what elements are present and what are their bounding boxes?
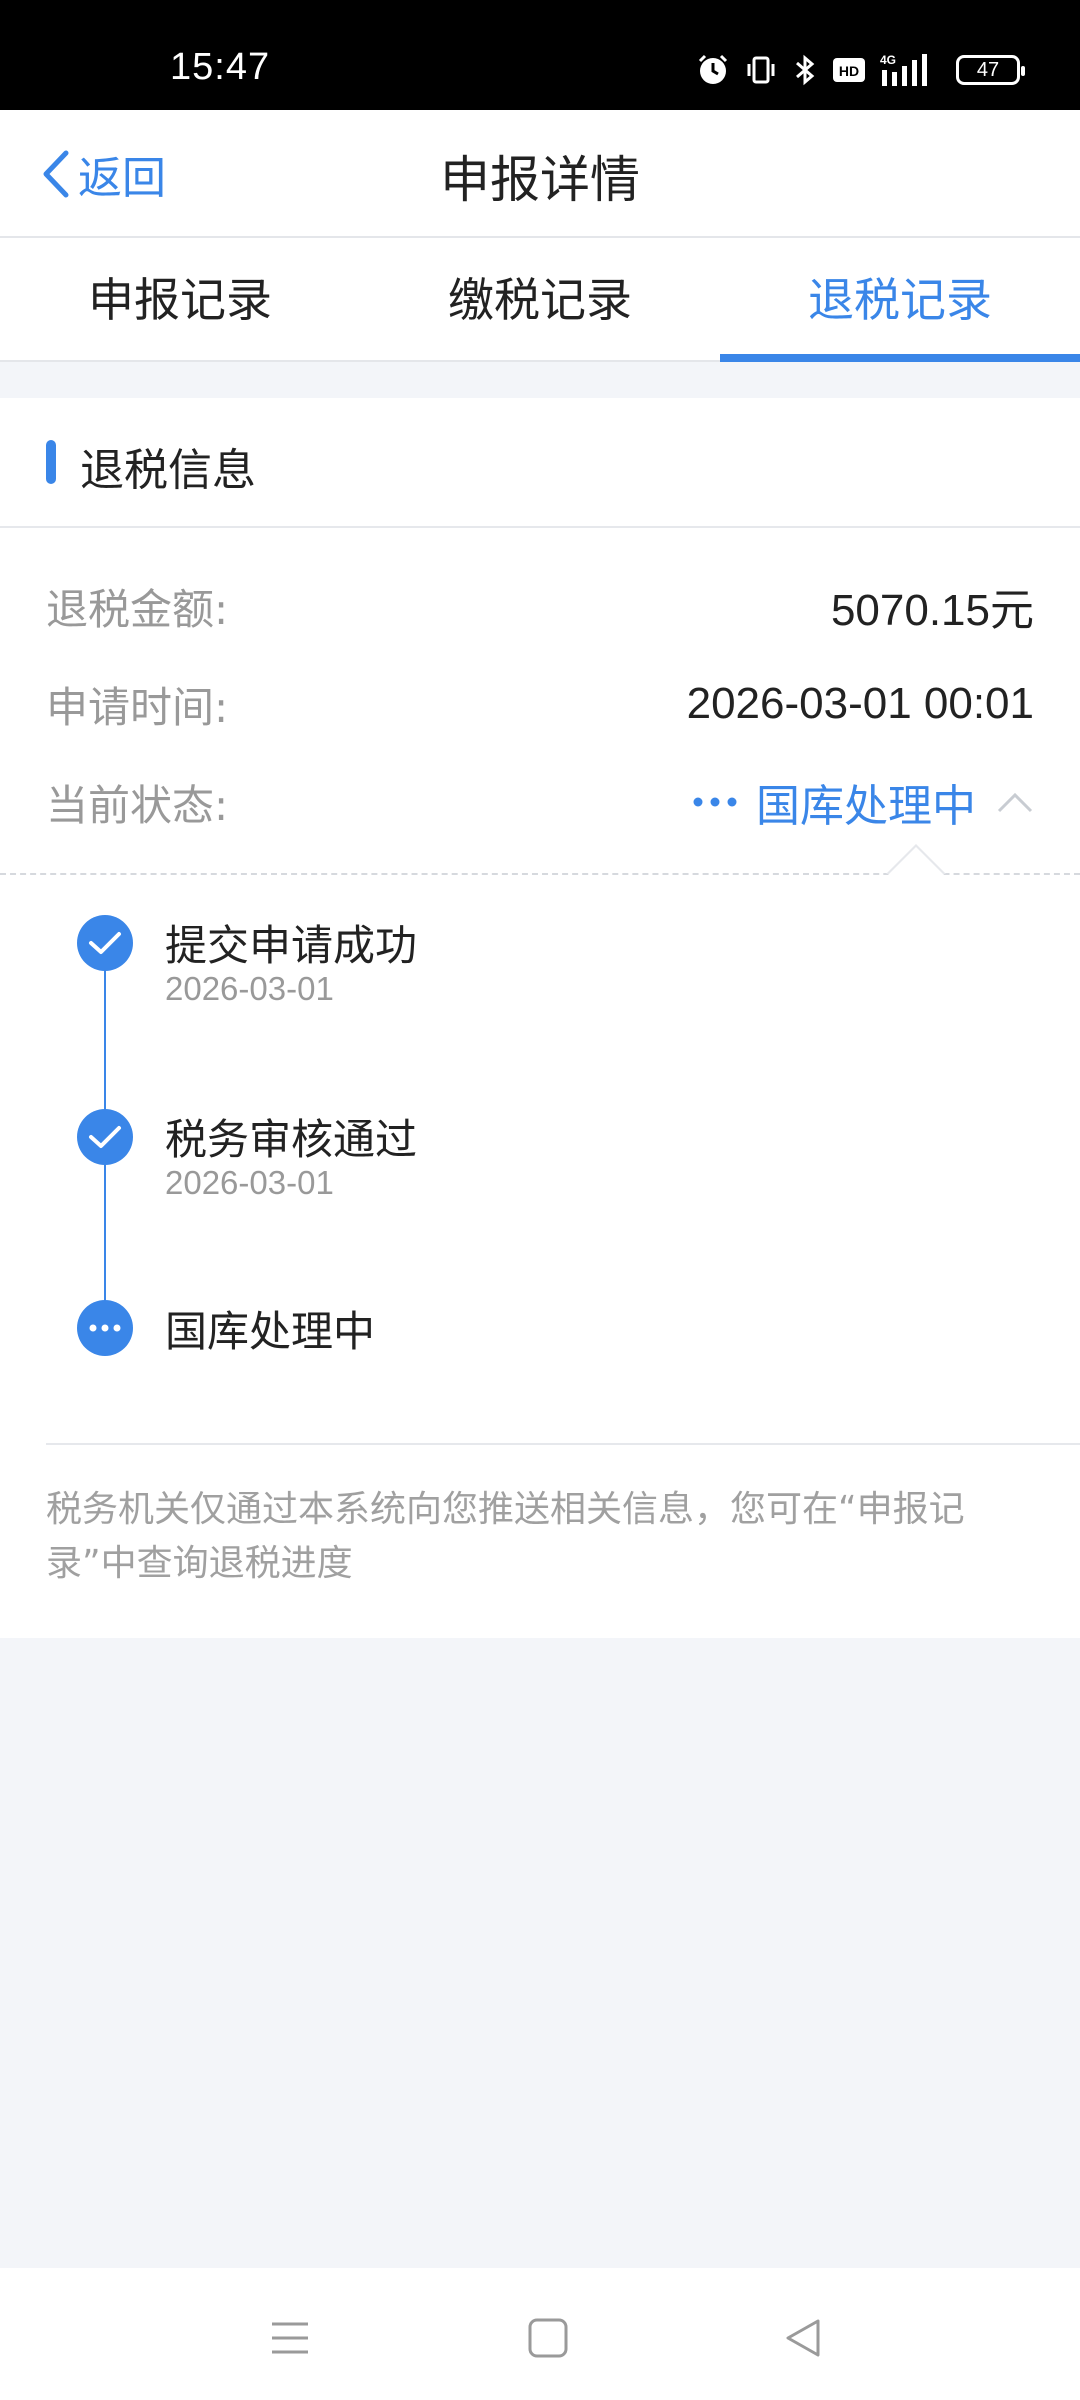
menu-icon[interactable] bbox=[266, 2314, 314, 2362]
check-icon bbox=[77, 915, 133, 971]
tab-bar: 申报记录 缴税记录 退税记录 bbox=[0, 238, 1080, 362]
svg-text:4G: 4G bbox=[880, 53, 896, 67]
current-status-value: 国库处理中 bbox=[756, 781, 976, 832]
tab-declaration-records[interactable]: 申报记录 bbox=[0, 238, 360, 360]
tab-refund-records[interactable]: 退税记录 bbox=[720, 238, 1080, 362]
navbar: 返回 申报详情 bbox=[0, 110, 1080, 238]
vibrate-icon bbox=[747, 56, 775, 84]
system-nav-bar bbox=[0, 2268, 1080, 2400]
hd-icon: HD bbox=[833, 58, 865, 82]
check-icon bbox=[77, 1109, 133, 1165]
status-icons: HD 4G 47 bbox=[696, 50, 1025, 90]
section-header: 退税信息 bbox=[0, 398, 1080, 528]
battery-icon: 47 bbox=[956, 55, 1025, 85]
refund-amount-label: 退税金额: bbox=[46, 584, 229, 634]
home-icon[interactable] bbox=[524, 2314, 572, 2362]
page-title: 申报详情 bbox=[440, 151, 640, 209]
notice-text: 税务机关仅通过本系统向您推送相关信息，您可在“申报记录”中查询退税进度 bbox=[46, 1489, 965, 1584]
apply-time-label: 申请时间: bbox=[46, 682, 229, 732]
bluetooth-icon bbox=[796, 54, 815, 86]
status-bar: 15:47 HD 4G 47 bbox=[0, 0, 1080, 110]
alarm-icon bbox=[698, 54, 728, 84]
status-time: 15:47 bbox=[170, 46, 271, 88]
timeline-step-title: 国库处理中 bbox=[165, 1307, 376, 1356]
current-status-row: 当前状态: 国库处理中 bbox=[46, 772, 1034, 832]
current-status-label: 当前状态: bbox=[46, 780, 229, 830]
status-toggle[interactable]: 国库处理中 bbox=[692, 770, 1034, 834]
refund-info-card: 退税信息 退税金额: 5070.15元 申请时间: 2026-03-01 00:… bbox=[0, 398, 1080, 1638]
apply-time-row: 申请时间: 2026-03-01 00:01 bbox=[46, 674, 1034, 734]
timeline-step-title: 税务审核通过 bbox=[165, 1115, 418, 1164]
svg-text:HD: HD bbox=[839, 63, 859, 79]
refund-amount-row: 退税金额: 5070.15元 bbox=[46, 576, 1034, 636]
processing-dots-icon bbox=[77, 1300, 133, 1356]
refund-amount-value: 5070.15元 bbox=[830, 586, 1034, 635]
expand-notch bbox=[886, 844, 946, 875]
timeline-step-date: 2026-03-01 bbox=[165, 1164, 334, 1201]
divider bbox=[46, 1443, 1080, 1445]
timeline-step-date: 2026-03-01 bbox=[165, 970, 334, 1007]
chevron-up-icon bbox=[997, 792, 1033, 813]
more-dots-icon bbox=[693, 797, 737, 807]
section-title: 退税信息 bbox=[80, 445, 256, 496]
section-accent-bar bbox=[46, 440, 56, 484]
back-triangle-icon[interactable] bbox=[780, 2314, 828, 2362]
timeline-step-title: 提交申请成功 bbox=[165, 921, 418, 970]
signal-4g-icon: 4G bbox=[880, 53, 927, 86]
apply-time-value: 2026-03-01 00:01 bbox=[686, 679, 1034, 728]
tab-payment-records[interactable]: 缴税记录 bbox=[360, 238, 720, 360]
